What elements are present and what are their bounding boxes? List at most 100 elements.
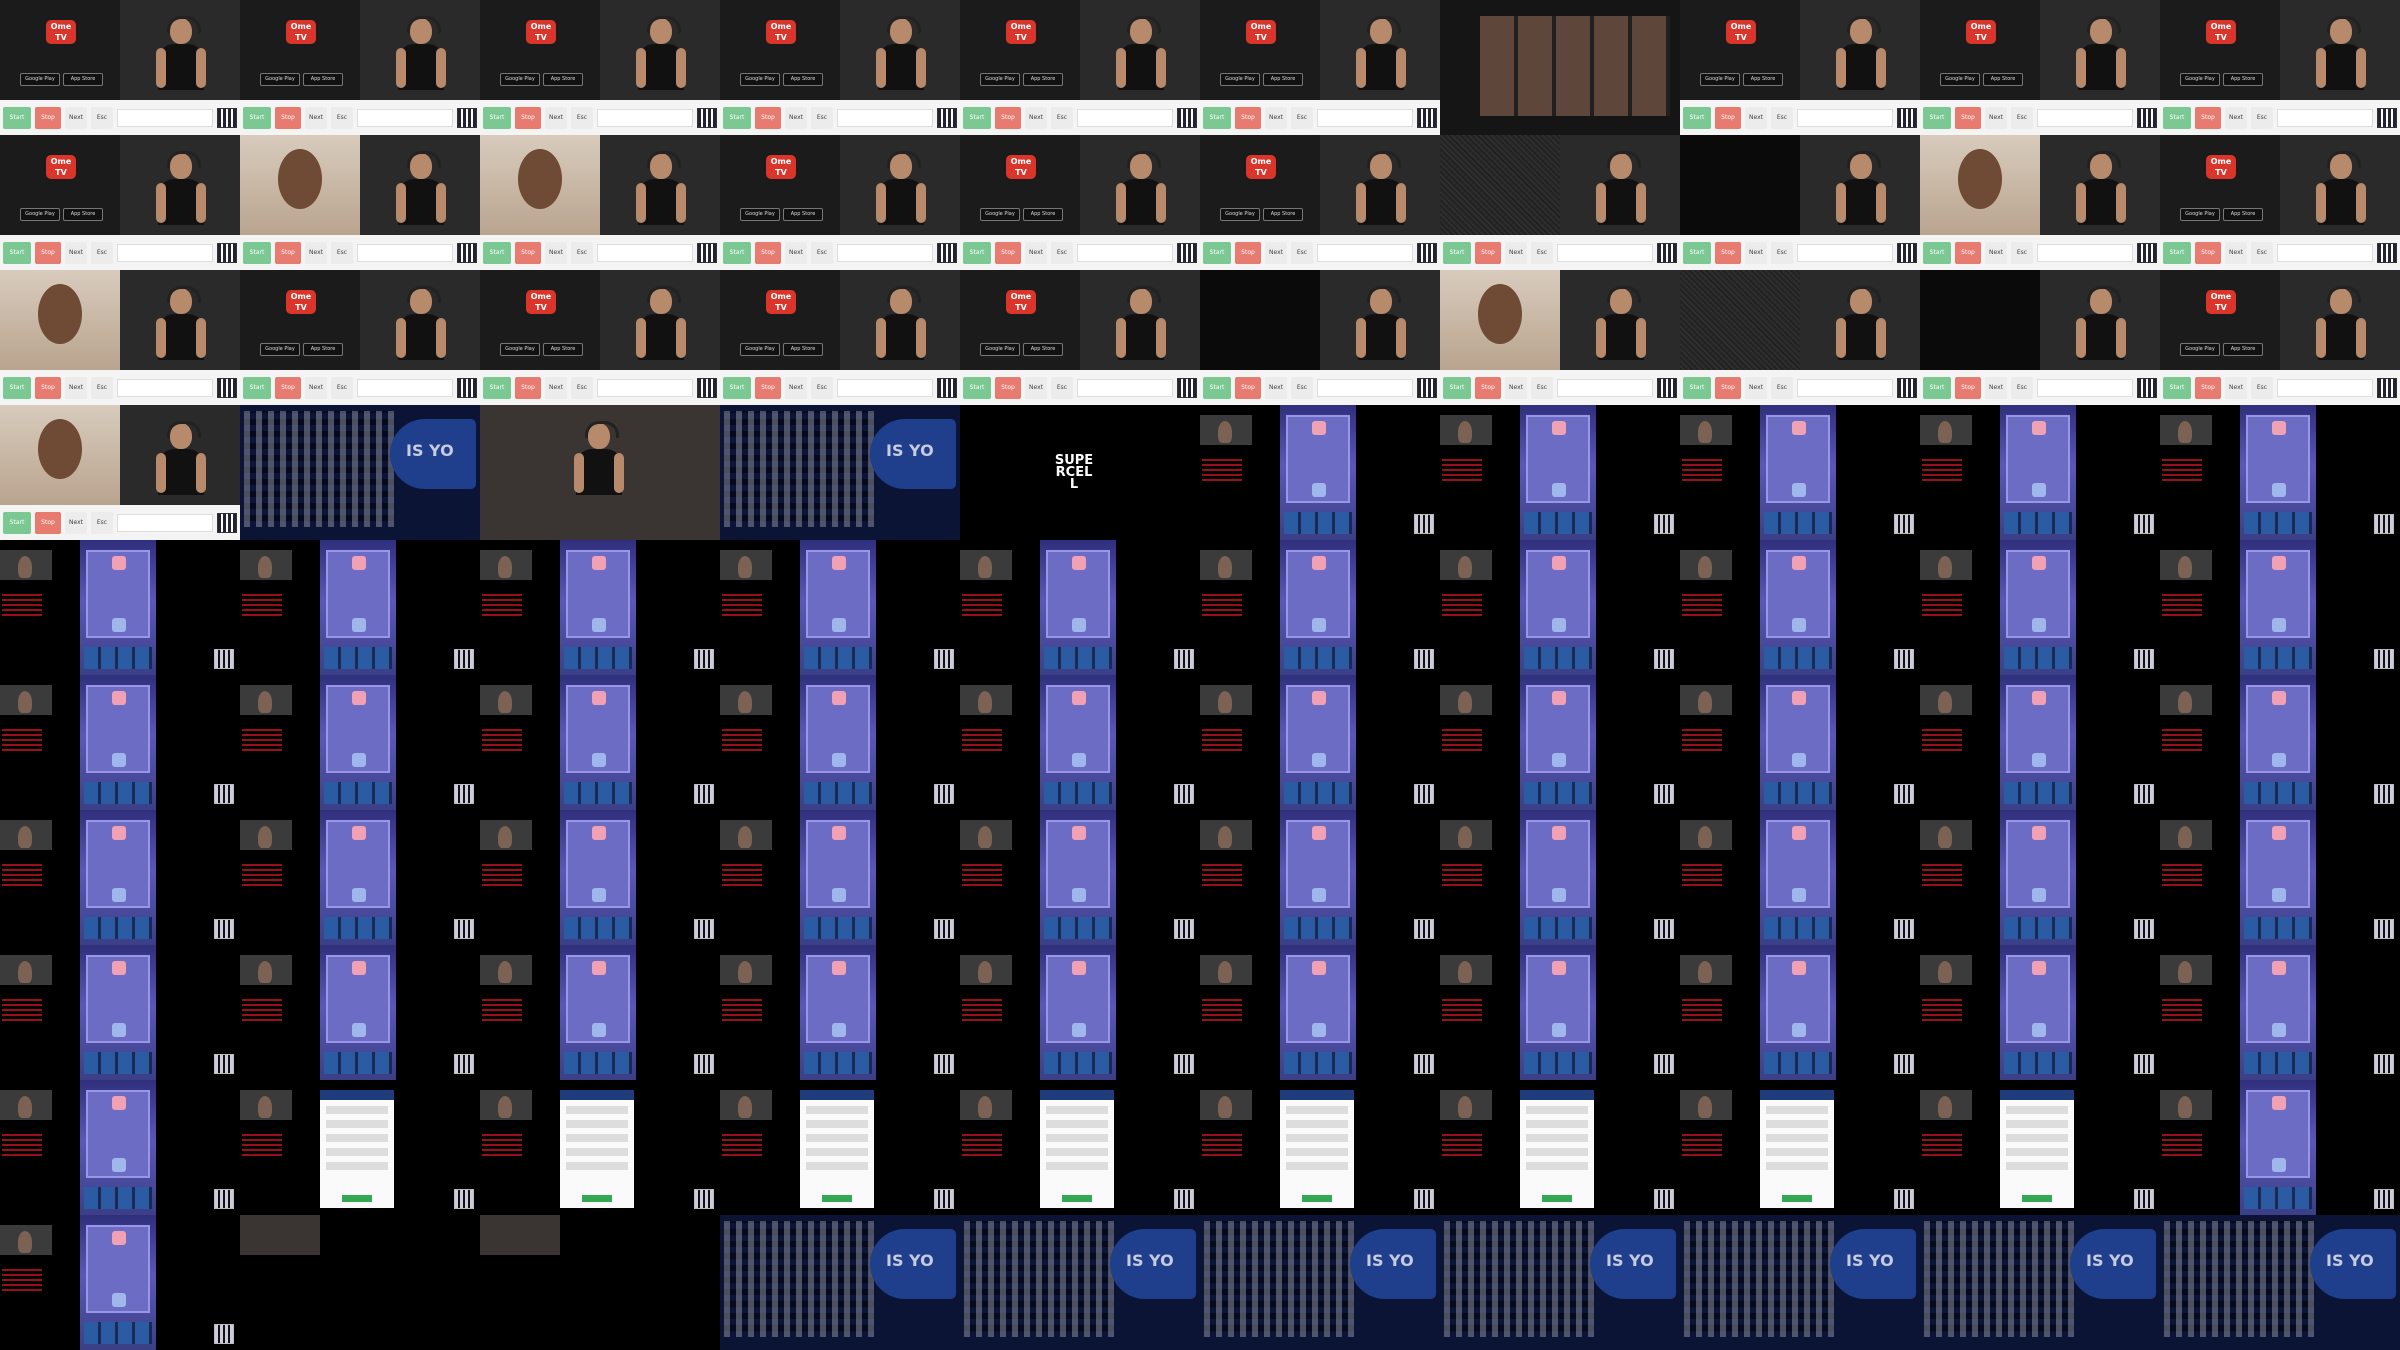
form-field[interactable] [566,1134,628,1142]
next-button[interactable]: Next [1745,376,1767,399]
start-button[interactable]: Start [723,106,751,129]
card-deck[interactable] [2244,1052,2312,1074]
card-deck[interactable] [2244,917,2312,939]
form-field[interactable] [1526,1106,1588,1114]
signup-form[interactable] [800,1090,874,1208]
form-field[interactable] [326,1120,388,1128]
start-button[interactable]: Start [243,376,271,399]
stop-button[interactable]: Stop [515,106,541,129]
form-field[interactable] [2006,1162,2068,1170]
chat-input[interactable] [1077,108,1173,127]
card-deck[interactable] [1524,782,1592,804]
signup-form[interactable] [320,1090,394,1208]
google-play-badge[interactable]: Google Play [740,343,780,356]
start-button[interactable]: Start [483,376,511,399]
card-deck[interactable] [2004,647,2072,669]
game-screen[interactable] [560,540,636,675]
app-store-badge[interactable]: App Store [783,73,823,86]
card-deck[interactable] [564,782,632,804]
form-field[interactable] [1766,1106,1828,1114]
card-deck[interactable] [1284,1052,1352,1074]
next-button[interactable]: Next [545,241,567,264]
app-store-badge[interactable]: App Store [1023,208,1063,221]
chat-input[interactable] [837,243,933,262]
game-screen[interactable] [320,540,396,675]
start-button[interactable]: Start [3,376,31,399]
form-field[interactable] [806,1162,868,1170]
game-screen[interactable] [1760,405,1836,540]
game-screen[interactable] [1760,945,1836,1080]
form-field[interactable] [806,1148,868,1156]
esc-button[interactable]: Esc [1051,106,1073,129]
start-button[interactable]: Start [963,241,991,264]
card-deck[interactable] [1764,917,1832,939]
form-field[interactable] [1286,1148,1348,1156]
game-screen[interactable] [1760,675,1836,810]
start-button[interactable]: Start [1203,376,1231,399]
stop-button[interactable]: Stop [1955,376,1981,399]
start-button[interactable]: Start [1443,376,1471,399]
form-field[interactable] [1046,1162,1108,1170]
submit-button[interactable] [1062,1195,1092,1202]
form-field[interactable] [1046,1120,1108,1128]
game-screen[interactable] [320,945,396,1080]
card-deck[interactable] [2004,917,2072,939]
chat-input[interactable] [117,513,213,532]
stop-button[interactable]: Stop [35,241,61,264]
chat-input[interactable] [1317,243,1413,262]
game-screen[interactable] [80,675,156,810]
game-screen[interactable] [80,1080,156,1215]
google-play-badge[interactable]: Google Play [1220,208,1260,221]
esc-button[interactable]: Esc [1291,106,1313,129]
esc-button[interactable]: Esc [2011,106,2033,129]
card-deck[interactable] [84,917,152,939]
chat-input[interactable] [1797,243,1893,262]
esc-button[interactable]: Esc [571,241,593,264]
google-play-badge[interactable]: Google Play [980,343,1020,356]
esc-button[interactable]: Esc [91,511,113,534]
form-field[interactable] [326,1106,388,1114]
game-screen[interactable] [800,540,876,675]
esc-button[interactable]: Esc [1771,376,1793,399]
next-button[interactable]: Next [545,376,567,399]
card-deck[interactable] [324,917,392,939]
next-button[interactable]: Next [1025,241,1047,264]
esc-button[interactable]: Esc [1051,241,1073,264]
signup-form[interactable] [1520,1090,1594,1208]
stop-button[interactable]: Stop [1715,106,1741,129]
card-deck[interactable] [1524,1052,1592,1074]
form-field[interactable] [1526,1162,1588,1170]
stop-button[interactable]: Stop [2195,241,2221,264]
stop-button[interactable]: Stop [995,376,1021,399]
stop-button[interactable]: Stop [275,376,301,399]
game-screen[interactable] [2000,675,2076,810]
game-screen[interactable] [1520,810,1596,945]
game-screen[interactable] [1040,540,1116,675]
form-field[interactable] [1766,1134,1828,1142]
google-play-badge[interactable]: Google Play [1220,73,1260,86]
esc-button[interactable]: Esc [331,106,353,129]
app-store-badge[interactable]: App Store [543,73,583,86]
esc-button[interactable]: Esc [571,376,593,399]
esc-button[interactable]: Esc [2011,241,2033,264]
start-button[interactable]: Start [483,241,511,264]
game-screen[interactable] [1040,810,1116,945]
form-field[interactable] [566,1106,628,1114]
form-field[interactable] [806,1106,868,1114]
chat-input[interactable] [597,378,693,397]
stop-button[interactable]: Stop [995,106,1021,129]
card-deck[interactable] [1284,917,1352,939]
app-store-badge[interactable]: App Store [1983,73,2023,86]
next-button[interactable]: Next [785,376,807,399]
next-button[interactable]: Next [305,376,327,399]
form-field[interactable] [1046,1106,1108,1114]
chat-input[interactable] [357,378,453,397]
start-button[interactable]: Start [2163,376,2191,399]
stop-button[interactable]: Stop [1235,376,1261,399]
google-play-badge[interactable]: Google Play [1700,73,1740,86]
form-field[interactable] [1286,1106,1348,1114]
desktop-icons[interactable] [1204,1221,1354,1337]
esc-button[interactable]: Esc [1531,241,1553,264]
card-deck[interactable] [1284,647,1352,669]
signup-form[interactable] [2000,1090,2074,1208]
